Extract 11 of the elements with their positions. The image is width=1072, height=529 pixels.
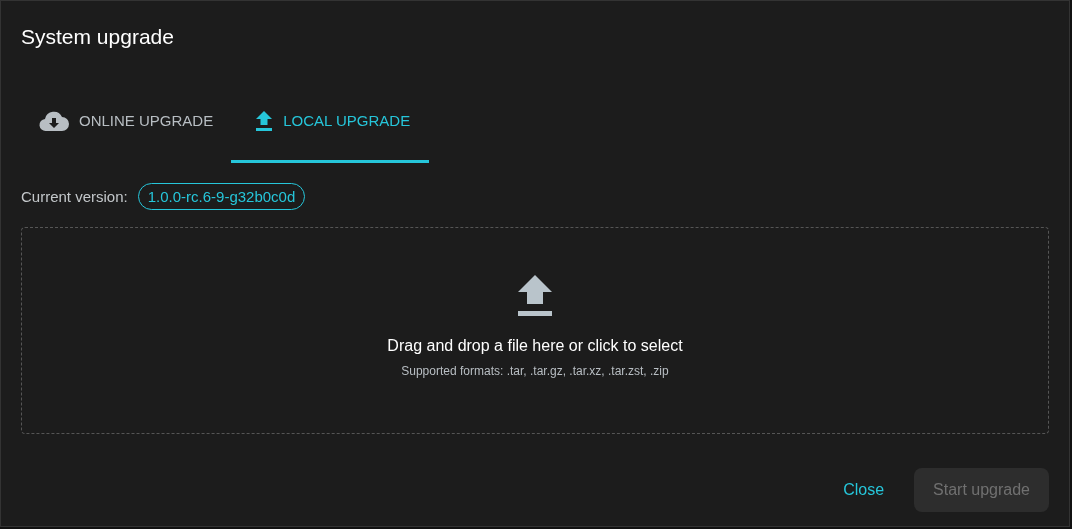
dropzone-instruction: Drag and drop a file here or click to select	[387, 337, 683, 355]
upload-icon	[517, 275, 553, 317]
supported-formats: Supported formats: .tar, .tar.gz, .tar.xz, .tar.zst, .zip	[401, 364, 669, 378]
dialog-title: System upgrade	[21, 25, 175, 50]
version-label: Current version:	[21, 188, 128, 205]
cloud-download-icon	[39, 109, 69, 132]
close-button[interactable]: Close	[831, 471, 897, 509]
upload-icon	[255, 109, 274, 132]
tab[interactable]: ONLINE UPGRADE	[21, 81, 232, 163]
dropzone[interactable]: Drag and drop a file here or click to select Supported formats: .tar, .tar.gz, .tar.xz, .tar.zst, .zip	[21, 227, 1049, 434]
tab[interactable]: LOCAL UPGRADE	[231, 81, 430, 163]
